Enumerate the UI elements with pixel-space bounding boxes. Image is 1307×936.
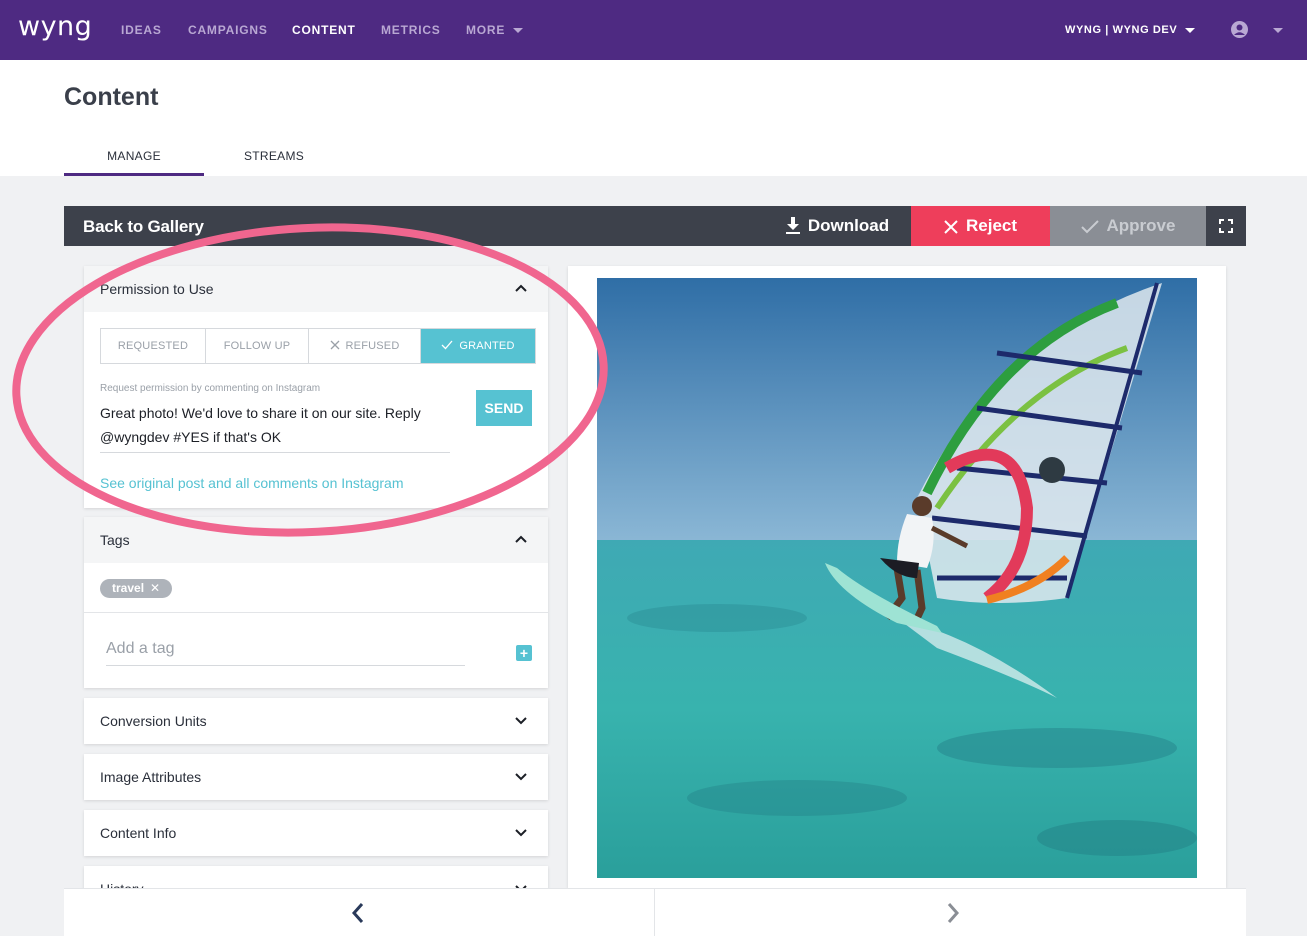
chevron-down-icon[interactable] bbox=[514, 827, 528, 837]
content-toolbar: Back to Gallery Download Reject Approve bbox=[64, 206, 1246, 246]
status-requested[interactable]: REQUESTED bbox=[101, 329, 206, 363]
status-granted[interactable]: GRANTED bbox=[421, 329, 535, 363]
image-attributes-card[interactable]: Image Attributes bbox=[84, 754, 548, 800]
nav-metrics[interactable]: METRICS bbox=[381, 23, 441, 37]
top-navbar: wyng IDEAS CAMPAIGNS CONTENT METRICS MOR… bbox=[0, 0, 1307, 60]
nav-more-label: MORE bbox=[466, 23, 506, 37]
chevron-up-icon[interactable] bbox=[514, 534, 528, 544]
tag-label: travel bbox=[112, 581, 145, 595]
tag-chip: travel ✕ bbox=[100, 579, 173, 598]
nav-more[interactable]: MORE bbox=[466, 23, 524, 37]
content-info-header[interactable]: Content Info bbox=[84, 810, 548, 856]
active-tab-indicator bbox=[64, 173, 204, 176]
windsurfer-photo bbox=[597, 278, 1197, 878]
original-post-link[interactable]: See original post and all comments on In… bbox=[100, 475, 404, 491]
add-tag-plus-icon[interactable]: + bbox=[516, 645, 532, 661]
chevron-down-icon[interactable] bbox=[514, 771, 528, 781]
tags-title: Tags bbox=[100, 532, 130, 548]
approve-label: Approve bbox=[1106, 216, 1176, 235]
content-info-card[interactable]: Content Info bbox=[84, 810, 548, 856]
page-title: Content bbox=[64, 83, 159, 111]
content-image-panel bbox=[568, 266, 1226, 888]
request-permission-label: Request permission by commenting on Inst… bbox=[100, 383, 321, 394]
request-comment-input[interactable]: Great photo! We'd love to share it on ou… bbox=[100, 401, 450, 453]
tags-card: Tags travel ✕ Add a tag + bbox=[84, 517, 548, 688]
permission-card-header[interactable]: Permission to Use bbox=[84, 266, 548, 312]
chevron-down-icon[interactable] bbox=[514, 715, 528, 725]
status-granted-label: GRANTED bbox=[459, 340, 515, 352]
close-icon bbox=[944, 220, 958, 234]
download-button[interactable]: Download bbox=[764, 206, 911, 246]
wyng-logo[interactable]: wyng bbox=[18, 12, 92, 42]
chevron-down-icon bbox=[1185, 27, 1196, 33]
send-button[interactable]: SEND bbox=[476, 390, 532, 426]
reject-button[interactable]: Reject bbox=[911, 206, 1050, 246]
nav-content[interactable]: CONTENT bbox=[292, 23, 356, 37]
account-switcher[interactable]: WYNG | WYNG DEV bbox=[1065, 23, 1196, 37]
download-label: Download bbox=[807, 216, 890, 235]
back-to-gallery-link[interactable]: Back to Gallery bbox=[83, 217, 204, 237]
check-icon bbox=[441, 340, 453, 350]
check-icon bbox=[1080, 220, 1099, 234]
divider bbox=[84, 612, 548, 613]
permission-status-segment: REQUESTED FOLLOW UP REFUSED GRANTED bbox=[100, 328, 536, 364]
permission-title: Permission to Use bbox=[100, 281, 214, 297]
remove-tag-icon[interactable]: ✕ bbox=[150, 581, 160, 595]
tags-card-header[interactable]: Tags bbox=[84, 517, 548, 563]
chevron-down-icon bbox=[513, 28, 524, 34]
content-info-title: Content Info bbox=[100, 825, 177, 841]
page-header: Content MANAGE STREAMS bbox=[0, 60, 1307, 176]
conversion-units-card[interactable]: Conversion Units bbox=[84, 698, 548, 744]
image-attributes-header[interactable]: Image Attributes bbox=[84, 754, 548, 800]
download-icon bbox=[785, 217, 800, 234]
nav-ideas[interactable]: IDEAS bbox=[121, 23, 162, 37]
user-menu-chevron-icon[interactable] bbox=[1273, 28, 1283, 33]
status-refused-label: REFUSED bbox=[345, 340, 400, 352]
permission-card: Permission to Use REQUESTED FOLLOW UP RE… bbox=[84, 266, 548, 508]
add-tag-input[interactable]: Add a tag bbox=[106, 639, 465, 666]
chevron-left-icon[interactable] bbox=[347, 901, 371, 925]
account-name: WYNG | WYNG DEV bbox=[1065, 24, 1178, 36]
divider bbox=[654, 889, 655, 936]
conversion-units-header[interactable]: Conversion Units bbox=[84, 698, 548, 744]
tab-manage[interactable]: MANAGE bbox=[64, 149, 204, 163]
status-refused[interactable]: REFUSED bbox=[309, 329, 421, 363]
image-attributes-title: Image Attributes bbox=[100, 769, 202, 785]
close-icon bbox=[330, 340, 339, 350]
tab-streams[interactable]: STREAMS bbox=[204, 149, 344, 163]
approve-button[interactable]: Approve bbox=[1050, 206, 1206, 246]
pagination-bar bbox=[64, 888, 1246, 936]
status-follow-up[interactable]: FOLLOW UP bbox=[206, 329, 309, 363]
nav-campaigns[interactable]: CAMPAIGNS bbox=[188, 23, 268, 37]
user-avatar-icon[interactable] bbox=[1231, 21, 1248, 38]
fullscreen-button[interactable] bbox=[1206, 206, 1246, 246]
reject-label: Reject bbox=[965, 216, 1018, 235]
fullscreen-icon bbox=[1219, 219, 1233, 233]
chevron-right-icon[interactable] bbox=[940, 901, 964, 925]
chevron-up-icon[interactable] bbox=[514, 283, 528, 293]
conversion-units-title: Conversion Units bbox=[100, 713, 207, 729]
